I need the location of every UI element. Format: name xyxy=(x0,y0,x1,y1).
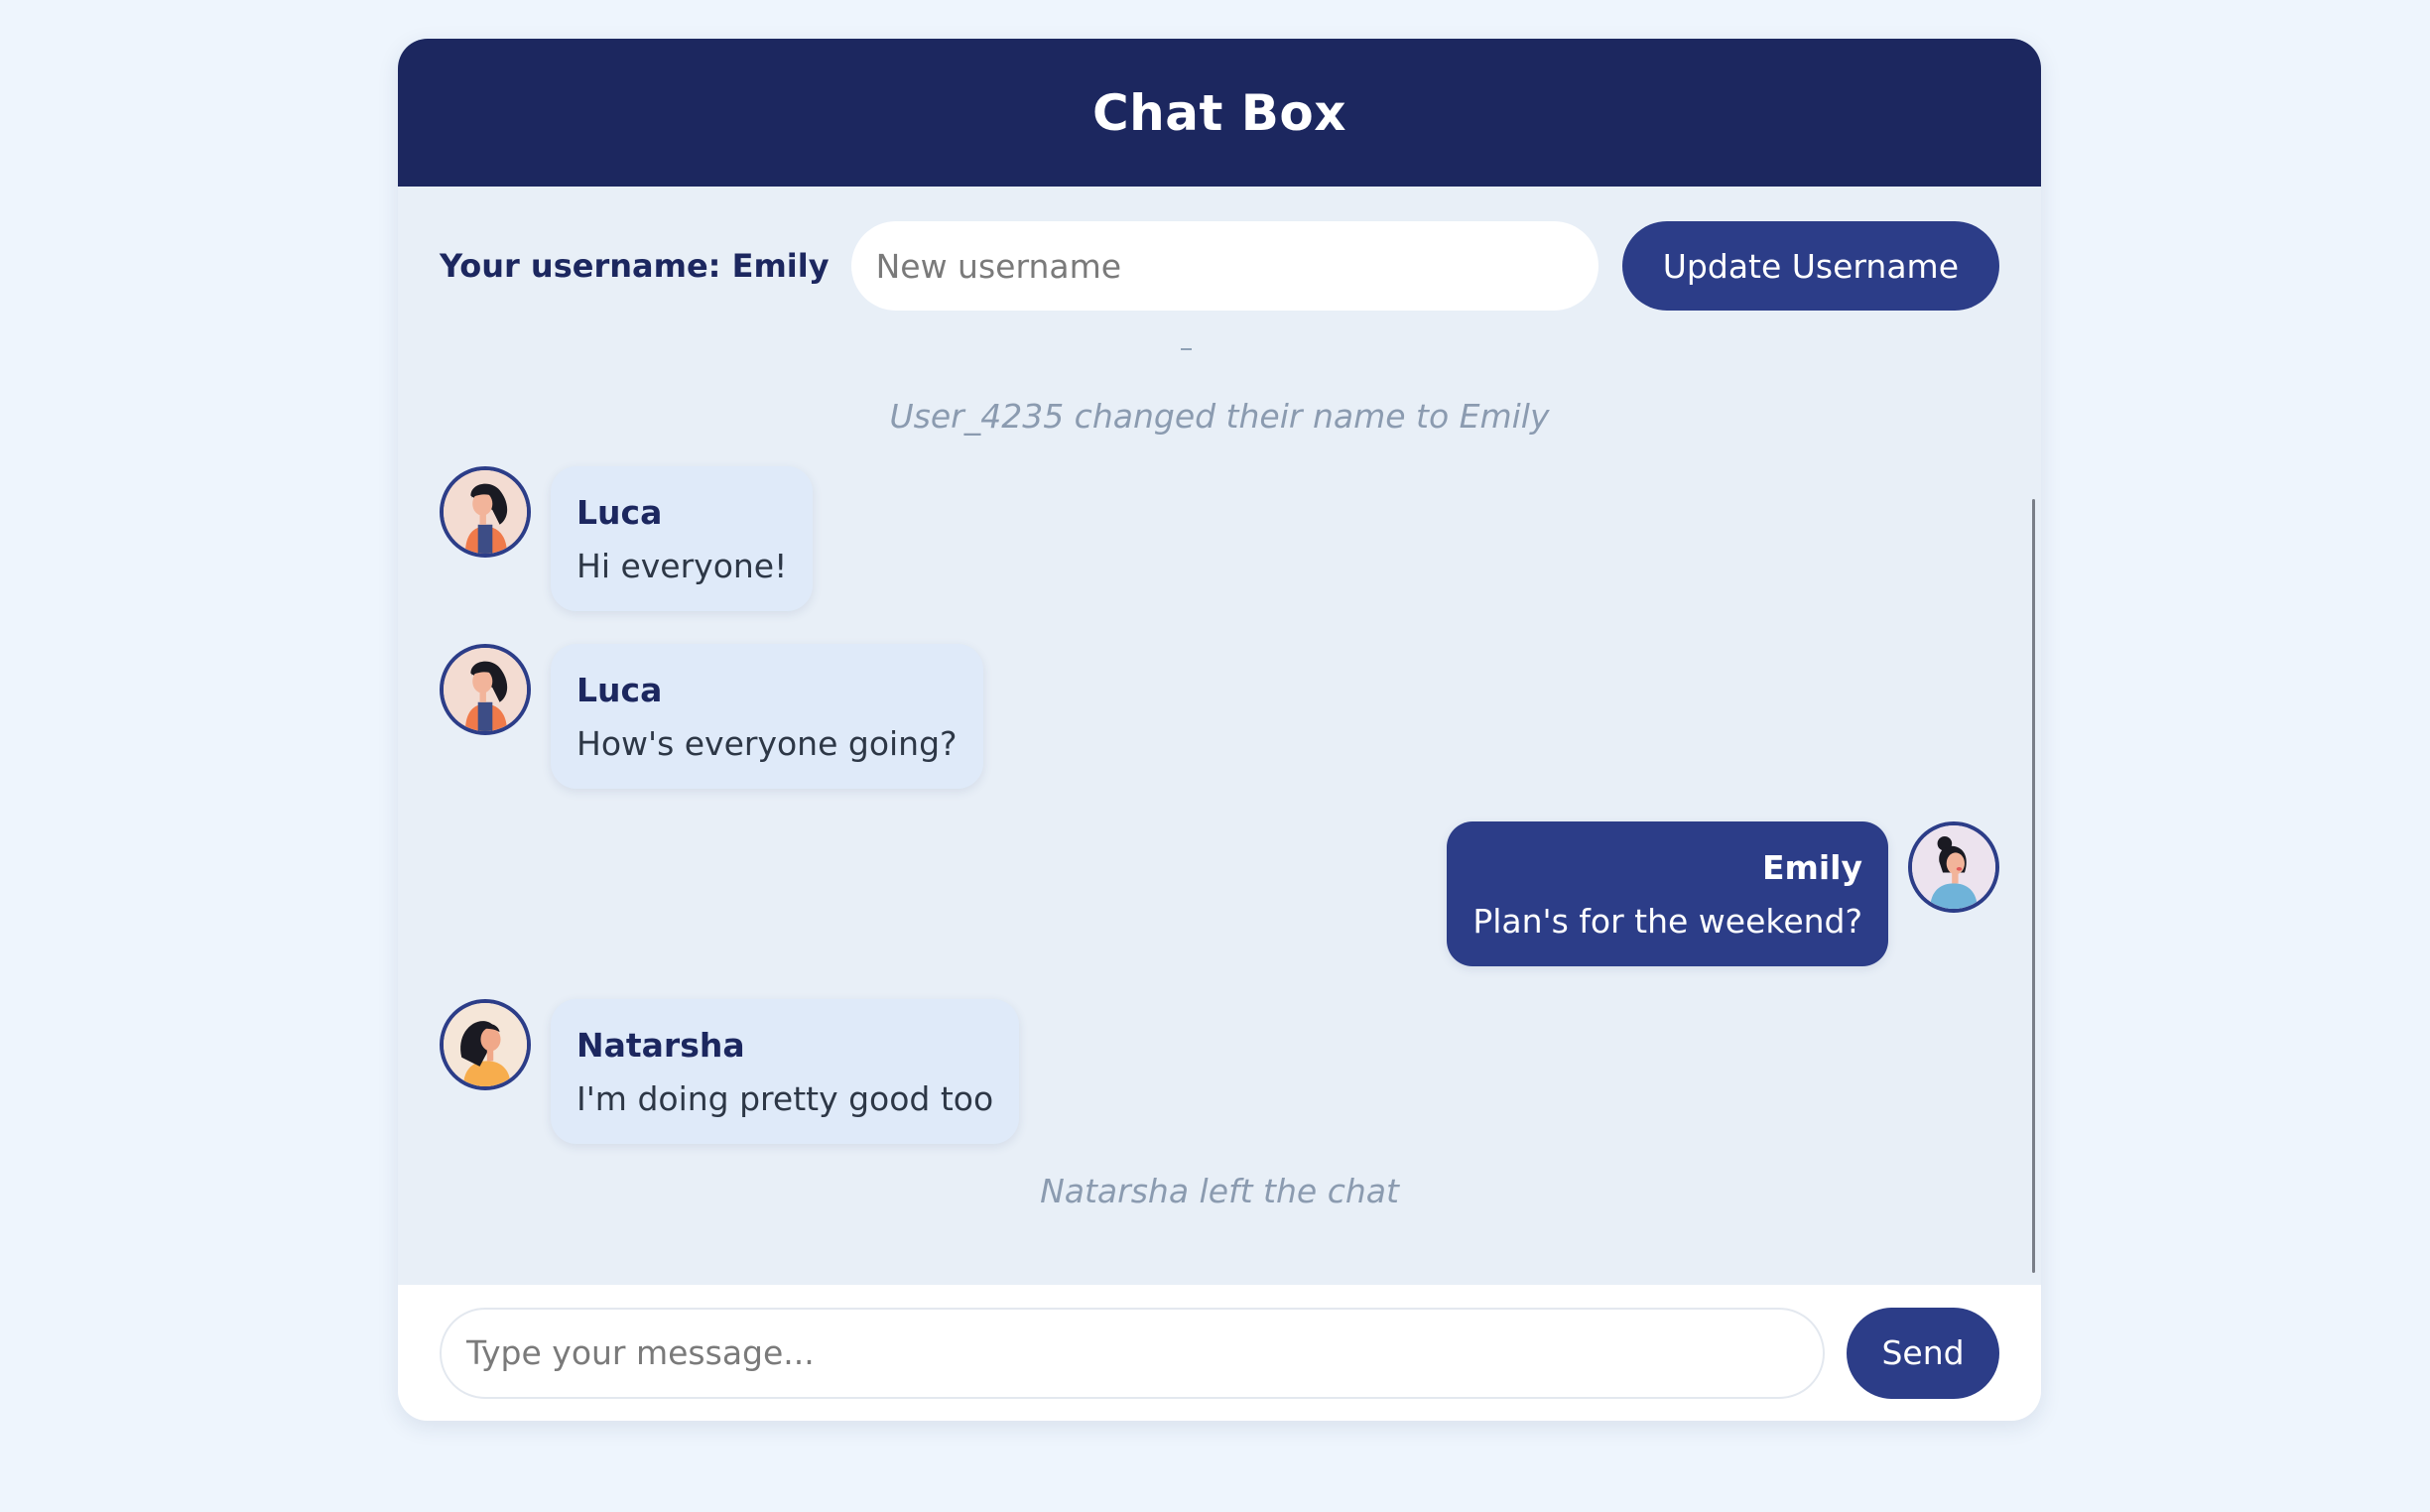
chat-title: Chat Box xyxy=(1091,83,1347,142)
message-text: Hi everyone! xyxy=(576,547,788,585)
message-row-own: Emily Plan's for the weekend? xyxy=(1447,821,1999,966)
message-row: Luca How's everyone going? xyxy=(440,644,983,789)
message-bubble: Luca Hi everyone! xyxy=(551,466,814,611)
message-bubble: Luca How's everyone going? xyxy=(551,644,983,789)
current-username-label: Your username: Emily xyxy=(440,247,830,285)
message-bubble-own: Emily Plan's for the weekend? xyxy=(1447,821,1888,966)
send-button[interactable]: Send xyxy=(1847,1307,1999,1399)
message-sender: Natarsha xyxy=(576,1026,745,1065)
chat-window: Chat Box Your username: Emily Update Use… xyxy=(398,39,2041,1421)
message-text: How's everyone going? xyxy=(576,724,958,763)
message-list-scrollbar[interactable] xyxy=(2032,499,2035,1273)
message-row: Luca Hi everyone! xyxy=(440,466,814,611)
woman-orange-top-avatar xyxy=(440,466,531,558)
message-row: Natarsha I'm doing pretty good too xyxy=(440,999,1020,1144)
woman-orange-top-avatar xyxy=(440,644,531,735)
message-text: I'm doing pretty good too xyxy=(576,1079,994,1118)
message-composer: Send xyxy=(398,1285,2041,1421)
username-bar: Your username: Emily Update Username xyxy=(398,187,2041,345)
woman-yellow-top-avatar xyxy=(440,999,531,1090)
system-message: Natarsha left the chat xyxy=(1040,1172,1399,1210)
woman-blue-top-avatar xyxy=(1908,821,1999,913)
update-username-button[interactable]: Update Username xyxy=(1621,221,1999,311)
message-input[interactable] xyxy=(440,1307,1825,1399)
message-list[interactable]: User_4235 changed their name to Emily Lu… xyxy=(398,345,2041,1285)
message-bubble: Natarsha I'm doing pretty good too xyxy=(551,999,1020,1144)
chat-header: Chat Box xyxy=(398,39,2041,187)
scrolled-content-remnant xyxy=(1181,348,1192,350)
new-username-input[interactable] xyxy=(850,221,1599,311)
system-message: User_4235 changed their name to Emily xyxy=(889,397,1550,436)
message-sender: Emily xyxy=(1761,848,1862,887)
message-text: Plan's for the weekend? xyxy=(1472,902,1862,941)
message-sender: Luca xyxy=(576,493,663,532)
message-sender: Luca xyxy=(576,671,663,709)
